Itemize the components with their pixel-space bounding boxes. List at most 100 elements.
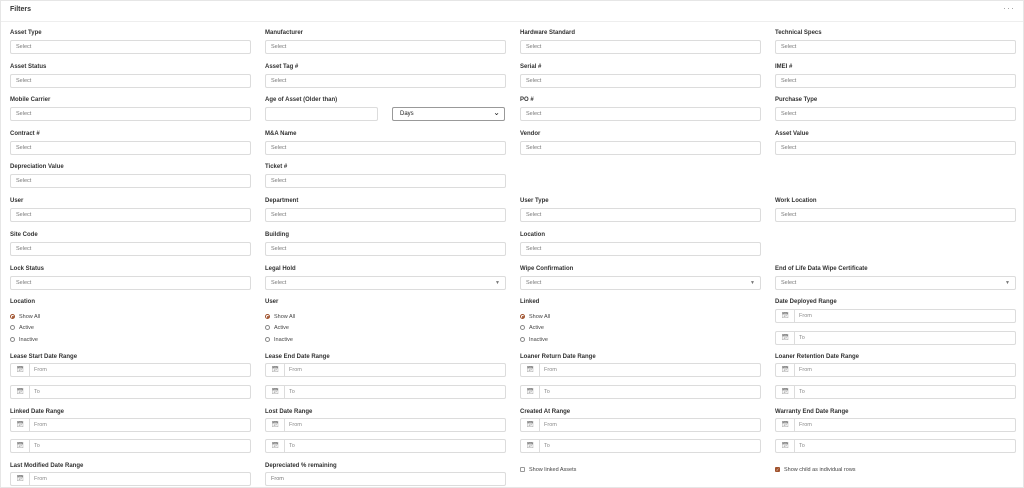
more-options-icon[interactable]: ··· xyxy=(1003,3,1015,13)
loaner-return-label: Loaner Return Date Range xyxy=(520,354,596,360)
date-placeholder: From xyxy=(289,367,302,373)
linked-date-to[interactable]: 📅︎ To xyxy=(10,439,251,453)
eol-wipe-cert-value: Select xyxy=(781,280,797,286)
lease-end-from[interactable]: 📅︎ From xyxy=(265,363,506,377)
user-input[interactable]: Select xyxy=(10,208,251,222)
asset-type-input[interactable]: Select xyxy=(10,40,251,54)
hardware-standard-input[interactable]: Select xyxy=(520,40,761,54)
date-deployed-from[interactable]: 📅︎ From xyxy=(775,309,1016,323)
panel-title: Filters xyxy=(10,6,32,13)
age-unit-select[interactable]: Days ⌄ xyxy=(392,107,505,121)
location-input[interactable]: Select xyxy=(520,242,761,256)
calendar-icon: 📅︎ xyxy=(776,440,795,452)
radio-label: Show All xyxy=(274,314,296,320)
wipe-confirmation-select[interactable]: Select ▼ xyxy=(520,276,761,290)
po-input[interactable]: Select xyxy=(520,107,761,121)
age-of-asset-input[interactable] xyxy=(265,107,378,121)
work-location-input[interactable]: Select xyxy=(775,208,1016,222)
location-status-label: Location xyxy=(10,299,35,305)
radio-icon xyxy=(10,325,15,330)
loaner-return-to[interactable]: 📅︎ To xyxy=(520,385,761,399)
legal-hold-value: Select xyxy=(271,280,287,286)
lease-start-to[interactable]: 📅︎ To xyxy=(10,385,251,399)
calendar-icon: 📅︎ xyxy=(266,419,285,431)
loaner-retention-from[interactable]: 📅︎ From xyxy=(775,363,1016,377)
ticket-label: Ticket # xyxy=(265,164,288,170)
date-deployed-label: Date Deployed Range xyxy=(775,299,837,305)
department-input[interactable]: Select xyxy=(265,208,506,222)
radio-icon xyxy=(265,337,270,342)
manufacturer-label: Manufacturer xyxy=(265,30,304,36)
age-of-asset-label: Age of Asset (Older than) xyxy=(265,97,338,103)
calendar-icon: 📅︎ xyxy=(266,386,285,398)
hardware-standard-label: Hardware Standard xyxy=(520,30,576,36)
checkbox-label: Show linked Assets xyxy=(529,467,577,473)
radio-icon xyxy=(520,325,525,330)
radio-label: Active xyxy=(529,325,544,331)
linked-date-label: Linked Date Range xyxy=(10,409,65,415)
asset-tag-input[interactable]: Select xyxy=(265,74,506,88)
date-placeholder: From xyxy=(34,422,47,428)
site-code-input[interactable]: Select xyxy=(10,242,251,256)
calendar-icon: 📅︎ xyxy=(776,332,795,344)
depreciation-value-input[interactable]: Select xyxy=(10,174,251,188)
user-type-input[interactable]: Select xyxy=(520,208,761,222)
ma-name-input[interactable]: Select xyxy=(265,141,506,155)
depreciated-pct-input[interactable]: From xyxy=(265,472,506,486)
asset-status-input[interactable]: Select xyxy=(10,74,251,88)
date-placeholder: To xyxy=(544,389,550,395)
lease-end-to[interactable]: 📅︎ To xyxy=(265,385,506,399)
date-placeholder: To xyxy=(34,443,40,449)
calendar-icon: 📅︎ xyxy=(776,419,795,431)
serial-label: Serial # xyxy=(520,64,542,70)
created-at-from[interactable]: 📅︎ From xyxy=(520,418,761,432)
work-location-label: Work Location xyxy=(775,198,817,204)
lease-start-label: Lease Start Date Range xyxy=(10,354,78,360)
calendar-icon: 📅︎ xyxy=(776,364,795,376)
manufacturer-input[interactable]: Select xyxy=(265,40,506,54)
contract-input[interactable]: Select xyxy=(10,141,251,155)
eol-wipe-cert-label: End of Life Data Wipe Certificate xyxy=(775,266,868,272)
date-placeholder: From xyxy=(34,367,47,373)
radio-selected-icon xyxy=(265,314,270,319)
serial-input[interactable]: Select xyxy=(520,74,761,88)
eol-wipe-cert-select[interactable]: Select ▼ xyxy=(775,276,1016,290)
asset-status-label: Asset Status xyxy=(10,64,47,70)
technical-specs-label: Technical Specs xyxy=(775,30,822,36)
site-code-label: Site Code xyxy=(10,232,38,238)
calendar-icon: 📅︎ xyxy=(11,473,30,485)
legal-hold-select[interactable]: Select ▼ xyxy=(265,276,506,290)
technical-specs-input[interactable]: Select xyxy=(775,40,1016,54)
warranty-end-to[interactable]: 📅︎ To xyxy=(775,439,1016,453)
lost-date-from[interactable]: 📅︎ From xyxy=(265,418,506,432)
po-label: PO # xyxy=(520,97,534,103)
created-at-to[interactable]: 📅︎ To xyxy=(520,439,761,453)
vendor-input[interactable]: Select xyxy=(520,141,761,155)
date-deployed-to[interactable]: 📅︎ To xyxy=(775,331,1016,345)
asset-value-input[interactable]: Select xyxy=(775,141,1016,155)
mobile-carrier-input[interactable]: Select xyxy=(10,107,251,121)
last-modified-from[interactable]: 📅︎ From xyxy=(10,472,251,486)
wipe-confirmation-label: Wipe Confirmation xyxy=(520,266,574,272)
filters-panel: Filters ··· Asset Type Select Manufactur… xyxy=(0,0,1024,488)
lease-start-from[interactable]: 📅︎ From xyxy=(10,363,251,377)
calendar-icon: 📅︎ xyxy=(266,364,285,376)
building-input[interactable]: Select xyxy=(265,242,506,256)
linked-date-from[interactable]: 📅︎ From xyxy=(10,418,251,432)
date-placeholder: From xyxy=(289,422,302,428)
loaner-return-from[interactable]: 📅︎ From xyxy=(520,363,761,377)
purchase-type-input[interactable]: Select xyxy=(775,107,1016,121)
loaner-retention-to[interactable]: 📅︎ To xyxy=(775,385,1016,399)
radio-icon xyxy=(10,337,15,342)
caret-down-icon: ▼ xyxy=(495,280,500,286)
date-placeholder: To xyxy=(289,389,295,395)
user-label: User xyxy=(10,198,24,204)
date-placeholder: From xyxy=(34,476,47,482)
lock-status-input[interactable]: Select xyxy=(10,276,251,290)
radio-icon xyxy=(520,337,525,342)
ticket-input[interactable]: Select xyxy=(265,174,506,188)
lost-date-to[interactable]: 📅︎ To xyxy=(265,439,506,453)
imei-input[interactable]: Select xyxy=(775,74,1016,88)
warranty-end-from[interactable]: 📅︎ From xyxy=(775,418,1016,432)
date-placeholder: From xyxy=(799,367,812,373)
